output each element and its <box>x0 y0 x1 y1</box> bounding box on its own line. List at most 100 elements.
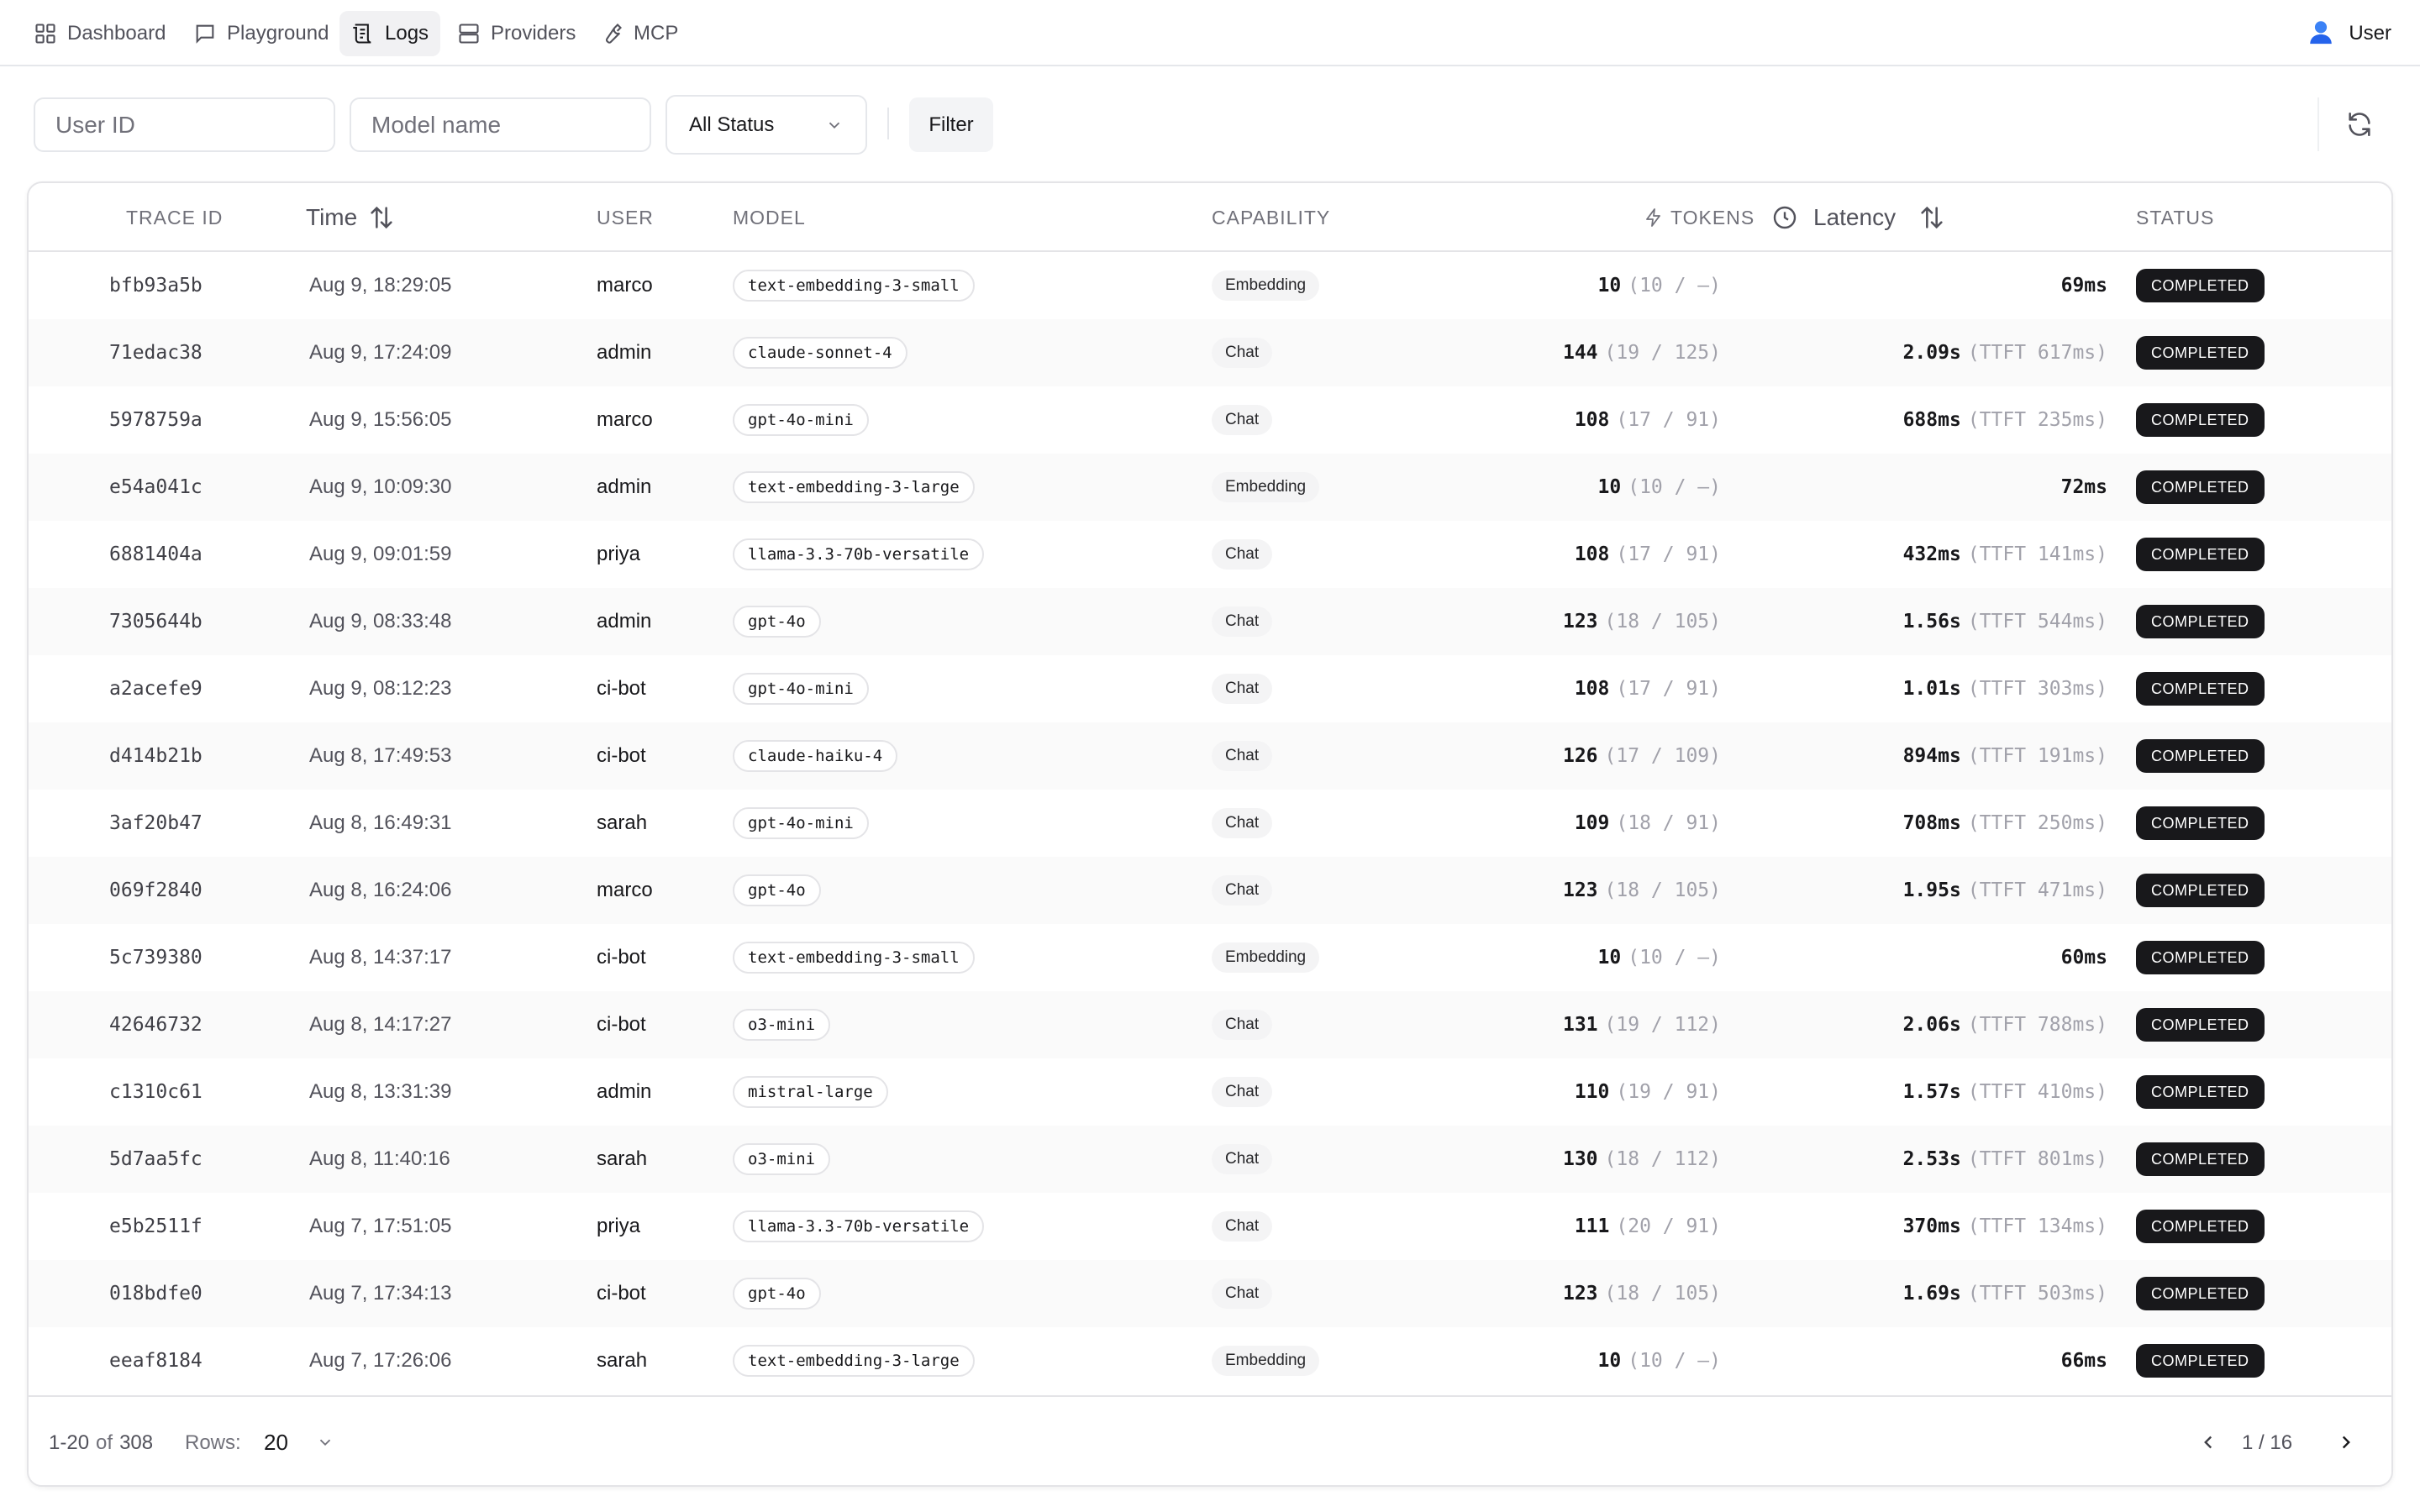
status-badge: COMPLETED <box>2136 941 2265 974</box>
time-cell: Aug 8, 16:49:31 <box>309 811 452 834</box>
previous-page-button[interactable] <box>2188 1422 2228 1462</box>
table-row[interactable]: 069f2840 Aug 8, 16:24:06 marco gpt-4o Chat 12… <box>29 857 2391 924</box>
trace-id-cell[interactable]: a2acefe9 <box>109 655 203 722</box>
trace-id-cell[interactable]: e5b2511f <box>109 1193 203 1260</box>
column-header-trace-id: TRACE ID <box>126 206 224 228</box>
next-page-button[interactable] <box>2326 1422 2366 1462</box>
trace-id-cell[interactable]: 069f2840 <box>109 857 203 924</box>
table-row[interactable]: bfb93a5b Aug 9, 18:29:05 marco text-embeddi… <box>29 252 2391 319</box>
latency-value: 2.09s <box>1902 342 1961 364</box>
table-row[interactable]: 5d7aa5fc Aug 8, 11:40:16 sarah o3-mini Chat 1… <box>29 1126 2391 1193</box>
trace-id-cell[interactable]: d414b21b <box>109 722 203 790</box>
status-badge: COMPLETED <box>2136 672 2265 706</box>
tokens-cell: 144 (19 / 125) <box>1563 319 1721 386</box>
tokens-breakdown: (18 / 91) <box>1616 812 1721 834</box>
time-cell: Aug 8, 14:37:17 <box>309 946 452 969</box>
trace-id-cell[interactable]: 6881404a <box>109 521 203 588</box>
trace-id-cell[interactable]: 7305644b <box>109 588 203 655</box>
tokens-cell: 126 (17 / 109) <box>1563 722 1721 790</box>
column-header-latency[interactable]: Latency <box>1771 183 1946 252</box>
capability-badge: Chat <box>1212 741 1273 771</box>
user-cell: priya <box>597 543 641 565</box>
trace-id-cell[interactable]: 5d7aa5fc <box>109 1126 203 1193</box>
model-badge: gpt-4o <box>733 874 821 906</box>
table-row[interactable]: 7305644b Aug 9, 08:33:48 admin gpt-4o Chat 12… <box>29 588 2391 655</box>
trace-id-cell[interactable]: 71edac38 <box>109 319 203 386</box>
tokens-total: 130 <box>1562 1148 1598 1170</box>
table-row[interactable]: c1310c61 Aug 8, 13:31:39 admin mistral-larg… <box>29 1058 2391 1126</box>
status-select[interactable]: All Status <box>666 95 867 155</box>
rows-per-page-select[interactable]: 20 <box>249 1417 348 1467</box>
table-row[interactable]: d414b21b Aug 8, 17:49:53 ci-bot claude-haik… <box>29 722 2391 790</box>
column-header-time[interactable]: Time <box>306 183 396 252</box>
table-row[interactable]: eeaf8184 Aug 7, 17:26:06 sarah text-embeddi… <box>29 1327 2391 1394</box>
chevron-left-icon <box>2204 1436 2212 1449</box>
filter-button[interactable]: Filter <box>909 97 993 152</box>
latency-value: 2.53s <box>1902 1148 1961 1170</box>
latency-cell: 2.53s (TTFT 801ms) <box>1903 1126 2107 1193</box>
trace-id-cell[interactable]: 5978759a <box>109 386 203 454</box>
status-badge: COMPLETED <box>2136 1142 2265 1176</box>
latency-cell: 432ms (TTFT 141ms) <box>1903 521 2107 588</box>
model-badge: text-embedding-3-small <box>733 942 975 974</box>
nav-item-providers[interactable]: Providers <box>445 11 587 56</box>
status-badge: COMPLETED <box>2136 336 2265 370</box>
nav-item-label: Providers <box>491 22 576 45</box>
ttft-value: (TTFT 503ms) <box>1967 1283 2107 1305</box>
trace-id-cell[interactable]: 5c739380 <box>109 924 203 991</box>
nav-item-logs[interactable]: Logs <box>339 11 441 56</box>
trace-id-cell[interactable]: eeaf8184 <box>109 1327 203 1394</box>
nav-item-mcp[interactable]: MCP <box>588 11 690 56</box>
table-row[interactable]: e54a041c Aug 9, 10:09:30 admin text-embeddi… <box>29 454 2391 521</box>
refresh-button[interactable] <box>2339 104 2380 144</box>
tokens-cell: 131 (19 / 112) <box>1563 991 1721 1058</box>
user-cell: admin <box>597 1080 652 1103</box>
tokens-cell: 108 (17 / 91) <box>1575 386 1721 454</box>
user-cell: marco <box>597 408 653 431</box>
pagination-summary: 1-20 of 308 <box>49 1397 153 1485</box>
tokens-total: 108 <box>1574 409 1610 431</box>
trace-id-cell[interactable]: 3af20b47 <box>109 790 203 857</box>
chevron-down-icon <box>829 122 840 129</box>
user-menu[interactable]: User <box>2307 11 2391 56</box>
time-cell: Aug 9, 08:33:48 <box>309 610 452 633</box>
trace-id-cell[interactable]: 42646732 <box>109 991 203 1058</box>
tokens-breakdown: (17 / 91) <box>1616 543 1721 565</box>
logs-table: TRACE ID Time USER MODEL CAPABILITY TOKE… <box>27 181 2393 1487</box>
table-row[interactable]: 5978759a Aug 9, 15:56:05 marco gpt-4o-mini C… <box>29 386 2391 454</box>
ttft-value: (TTFT 471ms) <box>1967 879 2107 901</box>
table-row[interactable]: 6881404a Aug 9, 09:01:59 priya llama-3.3-70… <box>29 521 2391 588</box>
model-name-input[interactable] <box>350 97 651 152</box>
time-cell: Aug 7, 17:51:05 <box>309 1215 452 1237</box>
user-id-input[interactable] <box>34 97 335 152</box>
user-cell: ci-bot <box>597 1282 646 1305</box>
user-label: User <box>2349 22 2391 45</box>
model-badge: llama-3.3-70b-versatile <box>733 538 985 570</box>
trace-id-cell[interactable]: 018bdfe0 <box>109 1260 203 1327</box>
table-footer: 1-20 of 308 Rows: 20 1 / 16 <box>29 1395 2391 1485</box>
trace-id-cell[interactable]: c1310c61 <box>109 1058 203 1126</box>
trace-id-cell[interactable]: bfb93a5b <box>109 252 203 319</box>
nav-item-playground[interactable]: Playground <box>182 11 340 56</box>
table-row[interactable]: 42646732 Aug 8, 14:17:27 ci-bot o3-mini Chat… <box>29 991 2391 1058</box>
tokens-cell: 108 (17 / 91) <box>1575 521 1721 588</box>
latency-cell: 66ms <box>2061 1327 2107 1394</box>
capability-badge: Chat <box>1212 405 1273 435</box>
model-badge: o3-mini <box>733 1143 831 1175</box>
tokens-cell: 10 (10 / —) <box>1598 252 1721 319</box>
logs-icon <box>353 24 371 44</box>
page-indicator: 1 / 16 <box>2242 1431 2293 1454</box>
nav-item-label: Dashboard <box>67 22 166 45</box>
table-row[interactable]: 3af20b47 Aug 8, 16:49:31 sarah gpt-4o-mini C… <box>29 790 2391 857</box>
capability-badge: Chat <box>1212 1077 1273 1107</box>
divider <box>887 108 889 139</box>
latency-value: 894ms <box>1902 745 1961 767</box>
table-row[interactable]: a2acefe9 Aug 9, 08:12:23 ci-bot gpt-4o-mini… <box>29 655 2391 722</box>
table-row[interactable]: e5b2511f Aug 7, 17:51:05 priya llama-3.3-70… <box>29 1193 2391 1260</box>
trace-id-cell[interactable]: e54a041c <box>109 454 203 521</box>
table-row[interactable]: 018bdfe0 Aug 7, 17:34:13 ci-bot gpt-4o Chat 1… <box>29 1260 2391 1327</box>
table-row[interactable]: 71edac38 Aug 9, 17:24:09 admin claude-sonne… <box>29 319 2391 386</box>
nav-item-dashboard[interactable]: Dashboard <box>22 11 177 56</box>
tokens-cell: 130 (18 / 112) <box>1563 1126 1721 1193</box>
table-row[interactable]: 5c739380 Aug 8, 14:37:17 ci-bot text-embedd… <box>29 924 2391 991</box>
